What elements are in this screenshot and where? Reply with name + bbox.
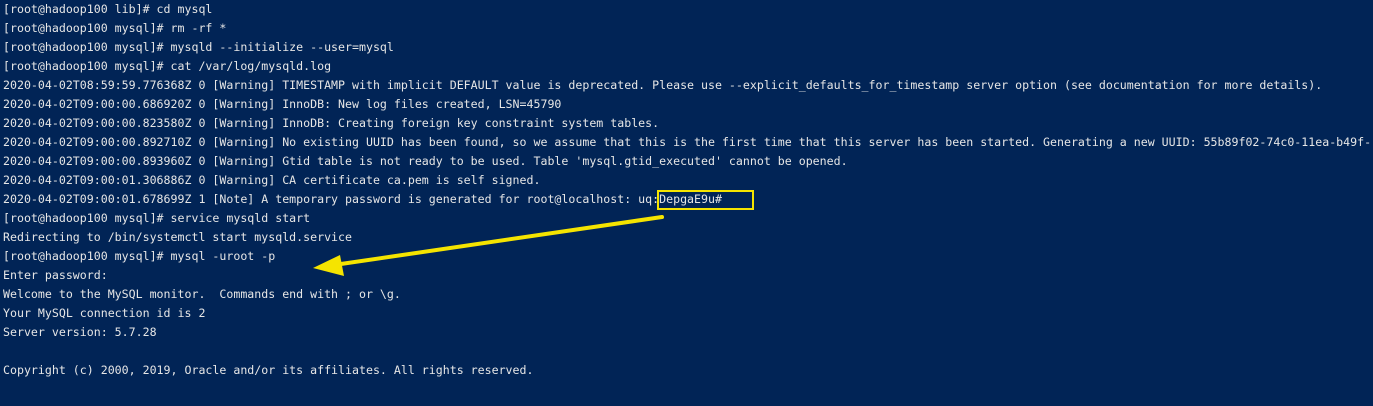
log-line: 2020-04-02T09:00:00.892710Z 0 [Warning] …: [3, 135, 1372, 149]
terminal-line: [root@hadoop100 mysql]# rm -rf *: [3, 21, 227, 35]
log-line: 2020-04-02T09:00:00.686920Z 0 [Warning] …: [3, 97, 562, 111]
terminal-line: Redirecting to /bin/systemctl start mysq…: [3, 230, 353, 244]
terminal-line: Welcome to the MySQL monitor. Commands e…: [3, 287, 401, 301]
terminal-line: [root@hadoop100 mysql]# mysqld --initial…: [3, 40, 394, 54]
log-line: 2020-04-02T09:00:01.306886Z 0 [Warning] …: [3, 173, 541, 187]
terminal-line: [root@hadoop100 mysql]# mysql -uroot -p: [3, 249, 276, 263]
log-line: 2020-04-02T09:00:00.893960Z 0 [Warning] …: [3, 154, 848, 168]
terminal-line: [root@hadoop100 mysql]# cat /var/log/mys…: [3, 59, 332, 73]
terminal-window[interactable]: [root@hadoop100 lib]# cd mysql [root@had…: [0, 0, 1373, 406]
log-line: 2020-04-02T08:59:59.776368Z 0 [Warning] …: [3, 78, 1323, 92]
log-line: 2020-04-02T09:00:00.823580Z 0 [Warning] …: [3, 116, 660, 130]
terminal-line: [root@hadoop100 lib]# cd mysql: [3, 2, 213, 16]
terminal-line: Copyright (c) 2000, 2019, Oracle and/or …: [3, 363, 534, 377]
temporary-password-line: 2020-04-02T09:00:01.678699Z 1 [Note] A t…: [3, 192, 722, 206]
terminal-line: Server version: 5.7.28: [3, 325, 157, 339]
password-prompt[interactable]: Enter password:: [3, 266, 1373, 285]
terminal-line: Your MySQL connection id is 2: [3, 306, 206, 320]
terminal-line: [root@hadoop100 mysql]# service mysqld s…: [3, 211, 311, 225]
